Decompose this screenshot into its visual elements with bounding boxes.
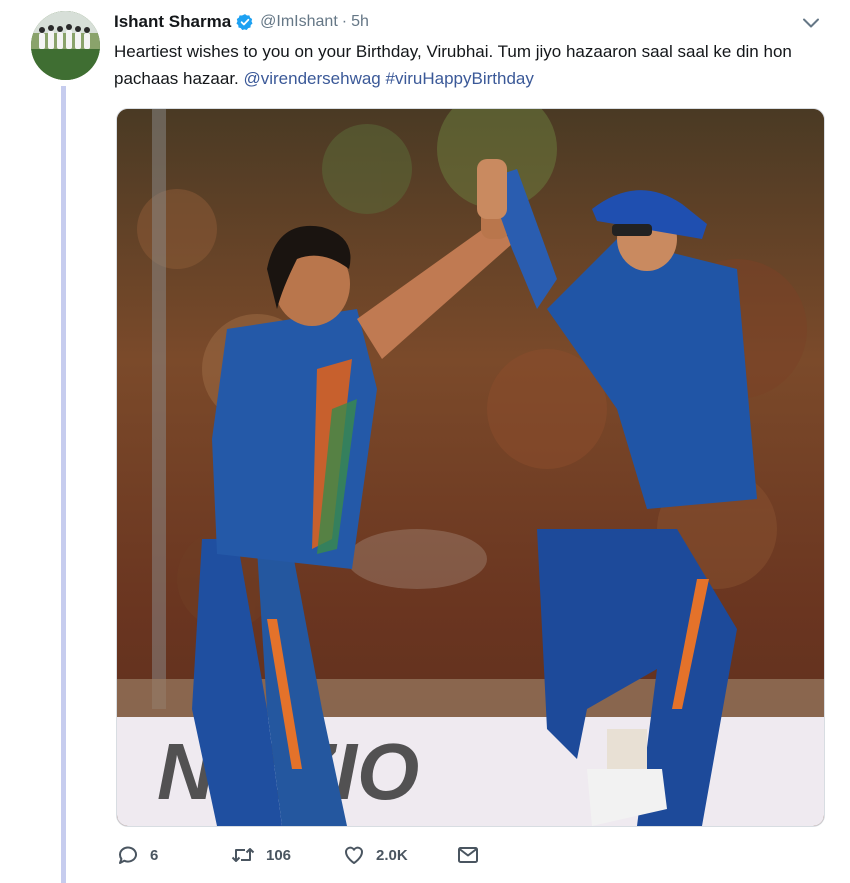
chevron-down-icon[interactable] [802,16,820,30]
header-separator: · [341,13,348,30]
thread-connector-line [61,86,66,883]
retweet-count: 106 [266,846,292,864]
tweet-timestamp[interactable]: 5h [351,13,369,31]
retweet-icon [230,843,256,867]
envelope-icon [456,843,480,867]
tweet-actions: 6 106 2.0K [116,842,480,868]
verified-badge-icon [236,13,254,31]
author-handle[interactable]: @ImIshant [260,13,338,31]
direct-message-button[interactable] [456,843,480,867]
tweet-card[interactable]: Ishant Sharma @ImIshant · 5h Heartiest w… [0,0,850,883]
reply-count: 6 [150,846,159,864]
retweet-button[interactable]: 106 [230,843,342,867]
like-count: 2.0K [376,846,408,864]
avatar[interactable] [31,11,100,80]
author-name[interactable]: Ishant Sharma [114,12,231,32]
heart-icon [342,843,366,867]
tweet-photo[interactable]: NIZZIO [116,108,825,827]
mention-link[interactable]: @virendersehwag [243,69,380,88]
like-button[interactable]: 2.0K [342,843,456,867]
reply-button[interactable]: 6 [116,843,230,867]
tweet-text: Heartiest wishes to you on your Birthday… [114,38,834,92]
tweet-header: Ishant Sharma @ImIshant · 5h [114,10,369,34]
hashtag-link[interactable]: #viruHappyBirthday [386,69,534,88]
reply-icon [116,843,140,867]
